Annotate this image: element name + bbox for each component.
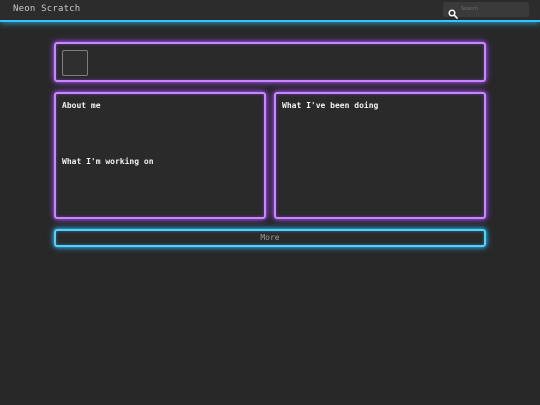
site-title[interactable]: Neon Scratch [13,4,80,14]
search-box[interactable] [443,2,529,19]
more-button[interactable]: More [54,229,486,247]
search-input[interactable] [461,3,525,15]
about-panel: About me What I'm working on [54,92,266,219]
been-doing-heading: What I've been doing [282,101,379,110]
avatar[interactable] [62,50,88,76]
search-icon[interactable] [448,4,458,19]
activity-panel: What I've been doing [274,92,486,219]
working-on-heading: What I'm working on [62,157,154,166]
about-me-heading: About me [62,101,101,110]
profile-header-panel [54,42,486,82]
top-navigation-bar: Neon Scratch [0,0,540,22]
